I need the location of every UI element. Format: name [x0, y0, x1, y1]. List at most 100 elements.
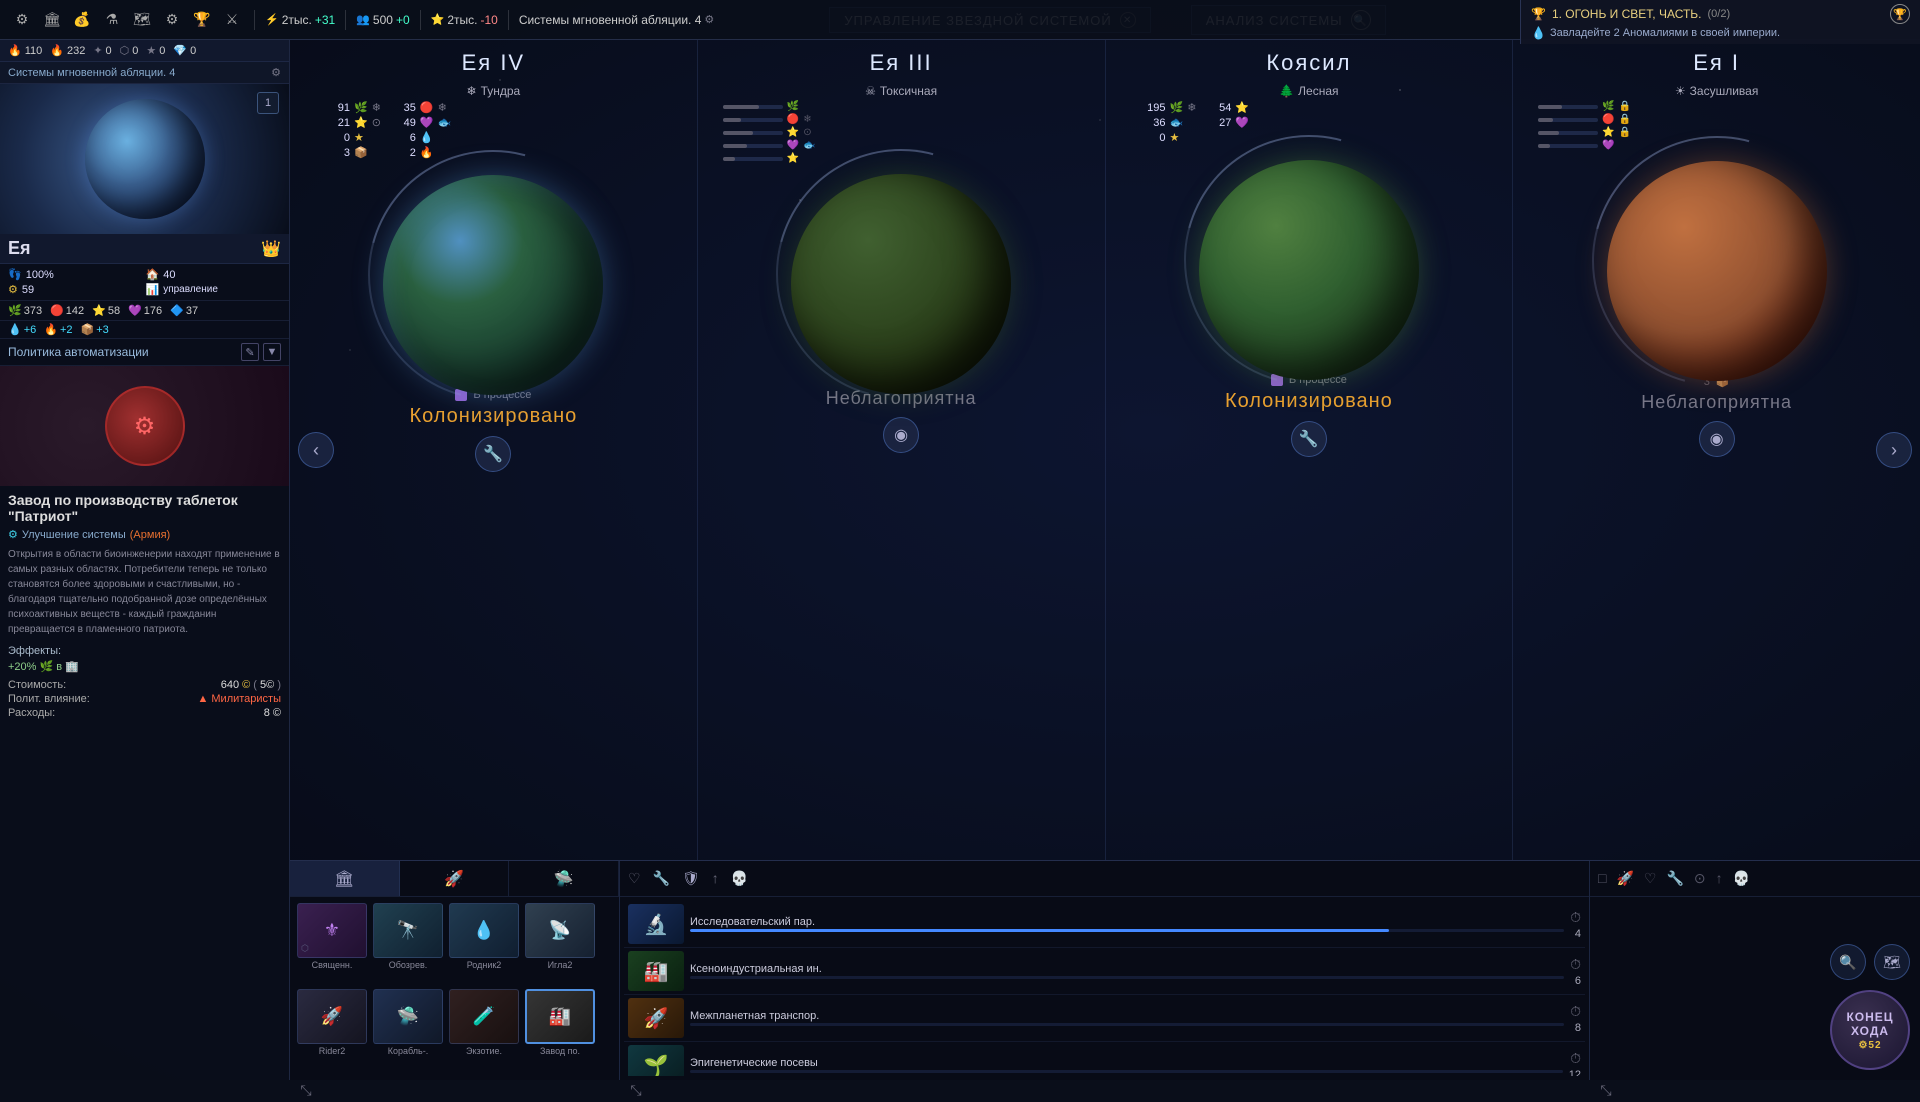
square-icon[interactable]: □	[1598, 870, 1606, 887]
bottom-right-controls: 🔍 🗺 КОНЕЦ ХОДА ⚙52	[1830, 944, 1910, 1070]
research-progress-bar-0	[690, 929, 1389, 932]
map-button[interactable]: 🗺	[1874, 944, 1910, 980]
planet-koasil-action-button[interactable]: 🔧	[1291, 421, 1327, 457]
right-header: □ 🚀 ♡ 🔧 ⊙ ↑ 💀	[1590, 861, 1920, 897]
skull-icon[interactable]: 💀	[1733, 870, 1750, 887]
mission-close-icon[interactable]: 🏆	[1890, 4, 1910, 24]
yield-industry: 🔴 142	[50, 304, 84, 317]
building-card-ship[interactable]: 🛸 Корабль-.	[372, 989, 444, 1071]
tab-units[interactable]: 🚀	[400, 861, 510, 896]
end-turn-button[interactable]: КОНЕЦ ХОДА ⚙52	[1830, 990, 1910, 1070]
research-item-0[interactable]: 🔬 Исследовательский пар. ⏱ 4	[624, 901, 1585, 948]
right-expand-icon[interactable]: ⤡	[1594, 1078, 1618, 1102]
research-item-2[interactable]: 🚀 Межпланетная транспор. ⏱ 8	[624, 995, 1585, 1042]
shield-research-icon[interactable]: 🛡	[682, 870, 700, 887]
building-desc: Открытия в области биоинженерии находят …	[8, 547, 281, 637]
building-card-spring[interactable]: 💧 Родник2	[448, 903, 520, 985]
research-info-3: Эпигенетические посевы	[690, 1057, 1563, 1073]
planet-ea3-type: ☠ Токсичная	[865, 84, 937, 98]
planets-row: ‹ Ея IV ❄ Тундра 91🌿❄ 35🔴❄ 21⭐⊙ 49💜🐟 0★ …	[290, 40, 1920, 860]
zoom-button[interactable]: 🔍	[1830, 944, 1866, 980]
gear-icon[interactable]: ⚙	[160, 8, 184, 32]
cost-row-2: Полит. влияние: ▲ Милитаристы	[8, 693, 281, 705]
star-resource: ✦ 0	[93, 44, 111, 57]
planet-ea3-globe[interactable]	[791, 174, 1011, 394]
buildings-section: 🏛 🚀 🛸 ⚜ ⬡ Священн. 🔭 Обозрев.	[290, 861, 620, 1080]
buildings-tabs: 🏛 🚀 🛸	[290, 861, 619, 897]
research-cost-0: ⏱ 4	[1570, 909, 1581, 940]
wrench-icon[interactable]: 🔧	[1666, 870, 1683, 887]
production-stat: ⚙ 59	[8, 283, 144, 296]
mission-desc: 💧 Завладейте 2 Аномалиями в своей импери…	[1531, 26, 1910, 40]
planet-ea4-action-button[interactable]: 🔧	[475, 436, 511, 472]
planet-ea1-globe[interactable]	[1607, 161, 1827, 381]
resource-icon[interactable]: 💰	[70, 8, 94, 32]
arrow-research-icon[interactable]: ↑	[712, 870, 719, 887]
housing-stat: 🏠 40	[146, 268, 282, 281]
mission-anomaly-icon: 💧	[1531, 26, 1546, 40]
map-icon[interactable]: 🗺	[130, 8, 154, 32]
policy-icons: ✎ ▼	[241, 343, 281, 361]
research-progress-2	[690, 1023, 1564, 1026]
planet-card-ea4: Ея IV ❄ Тундра 91🌿❄ 35🔴❄ 21⭐⊙ 49💜🐟 0★ 6💧…	[290, 40, 698, 860]
rocket-icon[interactable]: 🚀	[1616, 870, 1633, 887]
building-card-exotic[interactable]: 🧪 Экзотие.	[448, 989, 520, 1071]
policy-edit-button[interactable]: ✎	[241, 343, 259, 361]
right-header-icons: □ 🚀 ♡ 🔧 ⊙ ↑ 💀	[1598, 870, 1750, 887]
up-icon[interactable]: ↑	[1716, 870, 1723, 887]
city-icon[interactable]: 🏛	[40, 8, 64, 32]
research-expand-icon[interactable]: ⤡	[624, 1078, 648, 1102]
planet-ea4-globe[interactable]	[383, 175, 603, 395]
gem-resource: ★ 0	[146, 44, 165, 57]
research-section: ♡ 🔧 🛡 ↑ 💀 🔬 Исследовательский пар.	[620, 861, 1590, 1080]
building-title: Завод по производству таблеток "Патриот"	[8, 492, 281, 524]
tab-ships[interactable]: 🛸	[509, 861, 619, 896]
nav-right-button[interactable]: ›	[1876, 432, 1912, 468]
planet-ea1-status: 3📦 Неблагоприятна ◉	[1641, 375, 1792, 457]
main-area: ‹ Ея IV ❄ Тундра 91🌿❄ 35🔴❄ 21⭐⊙ 49💜🐟 0★ …	[290, 40, 1920, 1080]
research-progress-3	[690, 1070, 1563, 1073]
building-subtitle: ⚙ Улучшение системы (Армия)	[8, 528, 281, 541]
planet-ea1-action-button[interactable]: ◉	[1699, 421, 1735, 457]
end-turn-cost: ⚙52	[1858, 1040, 1881, 1051]
heart-icon[interactable]: ♡	[1644, 870, 1657, 887]
skull-research-icon[interactable]: 💀	[731, 870, 748, 887]
heart-research-icon[interactable]: ♡	[628, 870, 641, 887]
cost-row-1: Стоимость: 640 © ( 5© )	[8, 679, 281, 691]
building-img-rider: 🚀	[297, 989, 367, 1044]
research-thumb-0: 🔬	[628, 904, 684, 944]
planet-koasil-globe[interactable]	[1199, 160, 1419, 380]
wrench-research-icon[interactable]: 🔧	[653, 870, 670, 887]
research-item-3[interactable]: 🌱 Эпигенетические посевы ⏱ 12	[624, 1042, 1585, 1076]
building-card-observer[interactable]: 🔭 Обозрев.	[372, 903, 444, 985]
sword-icon[interactable]: ⚔	[220, 8, 244, 32]
planet-card-koasil: Коясил 🌲 Лесная 195🌿❄ 54⭐ 36🐟 27💜 0★	[1106, 40, 1514, 860]
nav-left-button[interactable]: ‹	[298, 432, 334, 468]
yield-science: ⭐ 58	[92, 304, 120, 317]
building-card-sacred[interactable]: ⚜ ⬡ Священн.	[296, 903, 368, 985]
planet-preview: 1	[0, 84, 289, 234]
trophy-icon[interactable]: 🏆	[190, 8, 214, 32]
fire-resource: 🔥 110	[8, 44, 42, 57]
yield-food: 🌿 373	[8, 304, 42, 317]
bottom-expand-icon[interactable]: ⤡	[294, 1078, 318, 1102]
settings-icon[interactable]: ⚙	[271, 66, 281, 79]
building-card-factory[interactable]: 🏭 Завод по.	[524, 989, 596, 1071]
flask-icon[interactable]: ⚗	[100, 8, 124, 32]
policy-row: Политика автоматизации ✎ ▼	[0, 339, 289, 366]
yields-row: 🌿 373 🔴 142 ⭐ 58 💜 176 🔷 37	[0, 301, 289, 321]
building-card-needle[interactable]: 📡 Игла2	[524, 903, 596, 985]
planet-card-ea1: Ея I ☀ Засушливая 🌿🔒 🔴🔒 ⭐🔒 💜 3📦	[1513, 40, 1920, 860]
research-item-1[interactable]: 🏭 Ксеноиндустриальная ин. ⏱ 6	[624, 948, 1585, 995]
delta-fire: 🔥 +2	[44, 323, 72, 336]
tab-buildings[interactable]: 🏛	[290, 861, 400, 896]
planet-ea3-action-button[interactable]: ◉	[883, 417, 919, 453]
research-cost-2: ⏱ 8	[1570, 1003, 1581, 1034]
hex-resource: ⬡ 0	[120, 44, 139, 57]
policy-expand-button[interactable]: ▼	[263, 343, 281, 361]
yield-money: 🔷 37	[170, 304, 198, 317]
target-icon[interactable]: ⊙	[1694, 870, 1706, 887]
research-thumb-1: 🏭	[628, 951, 684, 991]
menu-icon[interactable]: ⚙	[10, 8, 34, 32]
building-card-rider[interactable]: 🚀 Rider2	[296, 989, 368, 1071]
